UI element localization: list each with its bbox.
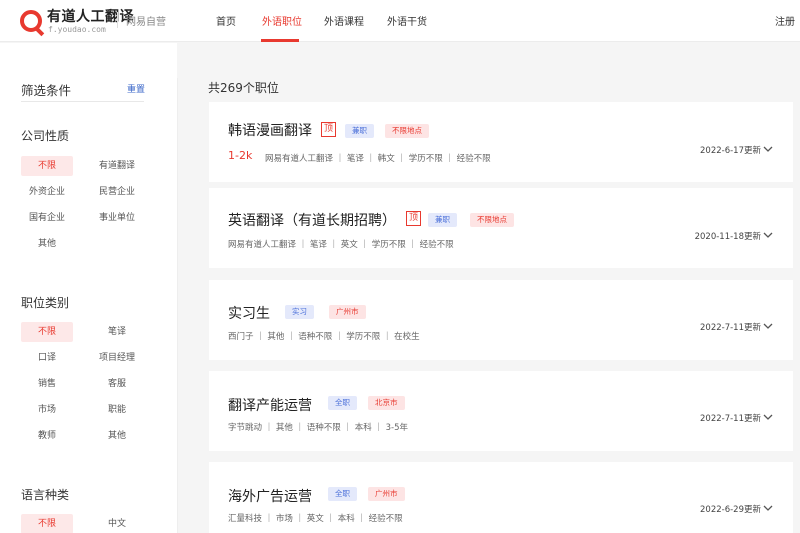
nav-articles[interactable]: 外语干货 xyxy=(387,13,427,28)
job-type-tag: 兼职 xyxy=(428,213,457,227)
job-card[interactable]: 实习生 实习 广州市 西门子 ｜ 其他 ｜ 语种不限 ｜ 学历不限 ｜ 在校生 … xyxy=(209,280,793,360)
job-card[interactable]: 海外广告运营 全职 广州市 汇量科技 ｜ 市场 ｜ 英文 ｜ 本科 ｜ 经验不限… xyxy=(209,462,793,533)
filter-option[interactable]: 职能 xyxy=(91,400,143,420)
pinned-badge: 顶 xyxy=(406,211,421,226)
job-title[interactable]: 韩语漫画翻译 xyxy=(228,120,312,140)
filter-option[interactable]: 民营企业 xyxy=(91,182,143,202)
pinned-badge: 顶 xyxy=(321,122,336,137)
filter-group-title: 职位类别 xyxy=(21,296,70,310)
filter-option[interactable]: 笔译 xyxy=(91,322,143,342)
brand-tag: 网易自营 xyxy=(126,17,166,28)
nav-jobs[interactable]: 外语职位 xyxy=(262,13,302,28)
job-title[interactable]: 实习生 xyxy=(228,303,270,323)
job-meta: 字节跳动 ｜ 其他 ｜ 语种不限 ｜ 本科 ｜ 3-5年 xyxy=(228,423,409,433)
filter-sidebar xyxy=(0,43,177,533)
nav-active-indicator xyxy=(261,39,299,42)
brand-domain: f.youdao.com xyxy=(48,25,106,34)
filter-option[interactable]: 外资企业 xyxy=(21,182,73,202)
filter-option[interactable]: 项目经理 xyxy=(91,348,143,368)
job-salary: 1-2k xyxy=(228,149,253,162)
job-card[interactable]: 韩语漫画翻译 顶 兼职 不限地点 1-2k 网易有道人工翻译 ｜ 笔译 ｜ 韩文… xyxy=(209,102,793,182)
job-update-date: 2022-7-11更新 xyxy=(700,323,761,333)
job-location-tag: 北京市 xyxy=(368,396,405,410)
filter-option[interactable]: 事业单位 xyxy=(91,208,143,228)
filter-group-title: 公司性质 xyxy=(21,129,70,143)
filter-option-selected[interactable]: 不限 xyxy=(21,322,73,342)
filter-option[interactable]: 客服 xyxy=(91,374,143,394)
chevron-down-icon[interactable] xyxy=(763,412,773,422)
filter-title: 筛选条件 xyxy=(21,83,72,98)
job-meta: 西门子 ｜ 其他 ｜ 语种不限 ｜ 学历不限 ｜ 在校生 xyxy=(228,332,420,342)
job-meta: 网易有道人工翻译 ｜ 笔译 ｜ 韩文 ｜ 学历不限 ｜ 经验不限 xyxy=(265,154,491,164)
filter-group-title: 语言种类 xyxy=(21,488,70,502)
brand-divider xyxy=(117,12,118,28)
job-card[interactable]: 翻译产能运营 全职 北京市 字节跳动 ｜ 其他 ｜ 语种不限 ｜ 本科 ｜ 3-… xyxy=(209,371,793,451)
filter-option[interactable]: 教师 xyxy=(21,426,73,446)
filter-option[interactable]: 口译 xyxy=(21,348,73,368)
job-type-tag: 全职 xyxy=(328,396,357,410)
job-type-tag: 实习 xyxy=(285,305,314,319)
job-update-date: 2022-6-29更新 xyxy=(700,505,761,515)
job-card[interactable]: 英语翻译（有道长期招聘） 顶 兼职 不限地点 网易有道人工翻译 ｜ 笔译 ｜ 英… xyxy=(209,188,793,268)
filter-option-selected[interactable]: 不限 xyxy=(21,156,73,176)
register-link[interactable]: 注册 xyxy=(775,13,795,28)
job-update-date: 2022-6-17更新 xyxy=(700,146,761,156)
filter-option[interactable]: 国有企业 xyxy=(21,208,73,228)
job-title[interactable]: 海外广告运营 xyxy=(228,486,312,506)
job-meta: 汇量科技 ｜ 市场 ｜ 英文 ｜ 本科 ｜ 经验不限 xyxy=(228,514,403,524)
job-location-tag: 不限地点 xyxy=(385,124,429,138)
filter-option[interactable]: 市场 xyxy=(21,400,73,420)
chevron-down-icon[interactable] xyxy=(763,321,773,331)
job-update-date: 2020-11-18更新 xyxy=(694,232,761,242)
job-type-tag: 全职 xyxy=(328,487,357,501)
job-update-date: 2022-7-11更新 xyxy=(700,414,761,424)
youdao-logo-icon[interactable] xyxy=(20,10,42,32)
filter-option[interactable]: 其他 xyxy=(21,234,73,254)
filter-option-selected[interactable]: 不限 xyxy=(21,514,73,533)
job-type-tag: 兼职 xyxy=(345,124,374,138)
filter-option[interactable]: 有道翻译 xyxy=(91,156,143,176)
job-meta: 网易有道人工翻译 ｜ 笔译 ｜ 英文 ｜ 学历不限 ｜ 经验不限 xyxy=(228,240,454,250)
sidebar-divider xyxy=(177,78,178,533)
chevron-down-icon[interactable] xyxy=(763,144,773,154)
filter-option[interactable]: 其他 xyxy=(91,426,143,446)
nav-home[interactable]: 首页 xyxy=(216,13,236,28)
chevron-down-icon[interactable] xyxy=(763,503,773,513)
brand-title[interactable]: 有道人工翻译 xyxy=(47,6,134,26)
filter-divider xyxy=(21,101,144,102)
job-count: 共269个职位 xyxy=(208,81,279,95)
filter-option[interactable]: 中文 xyxy=(91,514,143,533)
filter-reset-link[interactable]: 重置 xyxy=(127,82,145,95)
chevron-down-icon[interactable] xyxy=(763,230,773,240)
job-location-tag: 广州市 xyxy=(329,305,366,319)
nav-courses[interactable]: 外语课程 xyxy=(324,13,364,28)
filter-option[interactable]: 销售 xyxy=(21,374,73,394)
job-title[interactable]: 翻译产能运营 xyxy=(228,395,312,415)
job-title[interactable]: 英语翻译（有道长期招聘） xyxy=(228,210,396,230)
job-location-tag: 广州市 xyxy=(368,487,405,501)
job-location-tag: 不限地点 xyxy=(470,213,514,227)
